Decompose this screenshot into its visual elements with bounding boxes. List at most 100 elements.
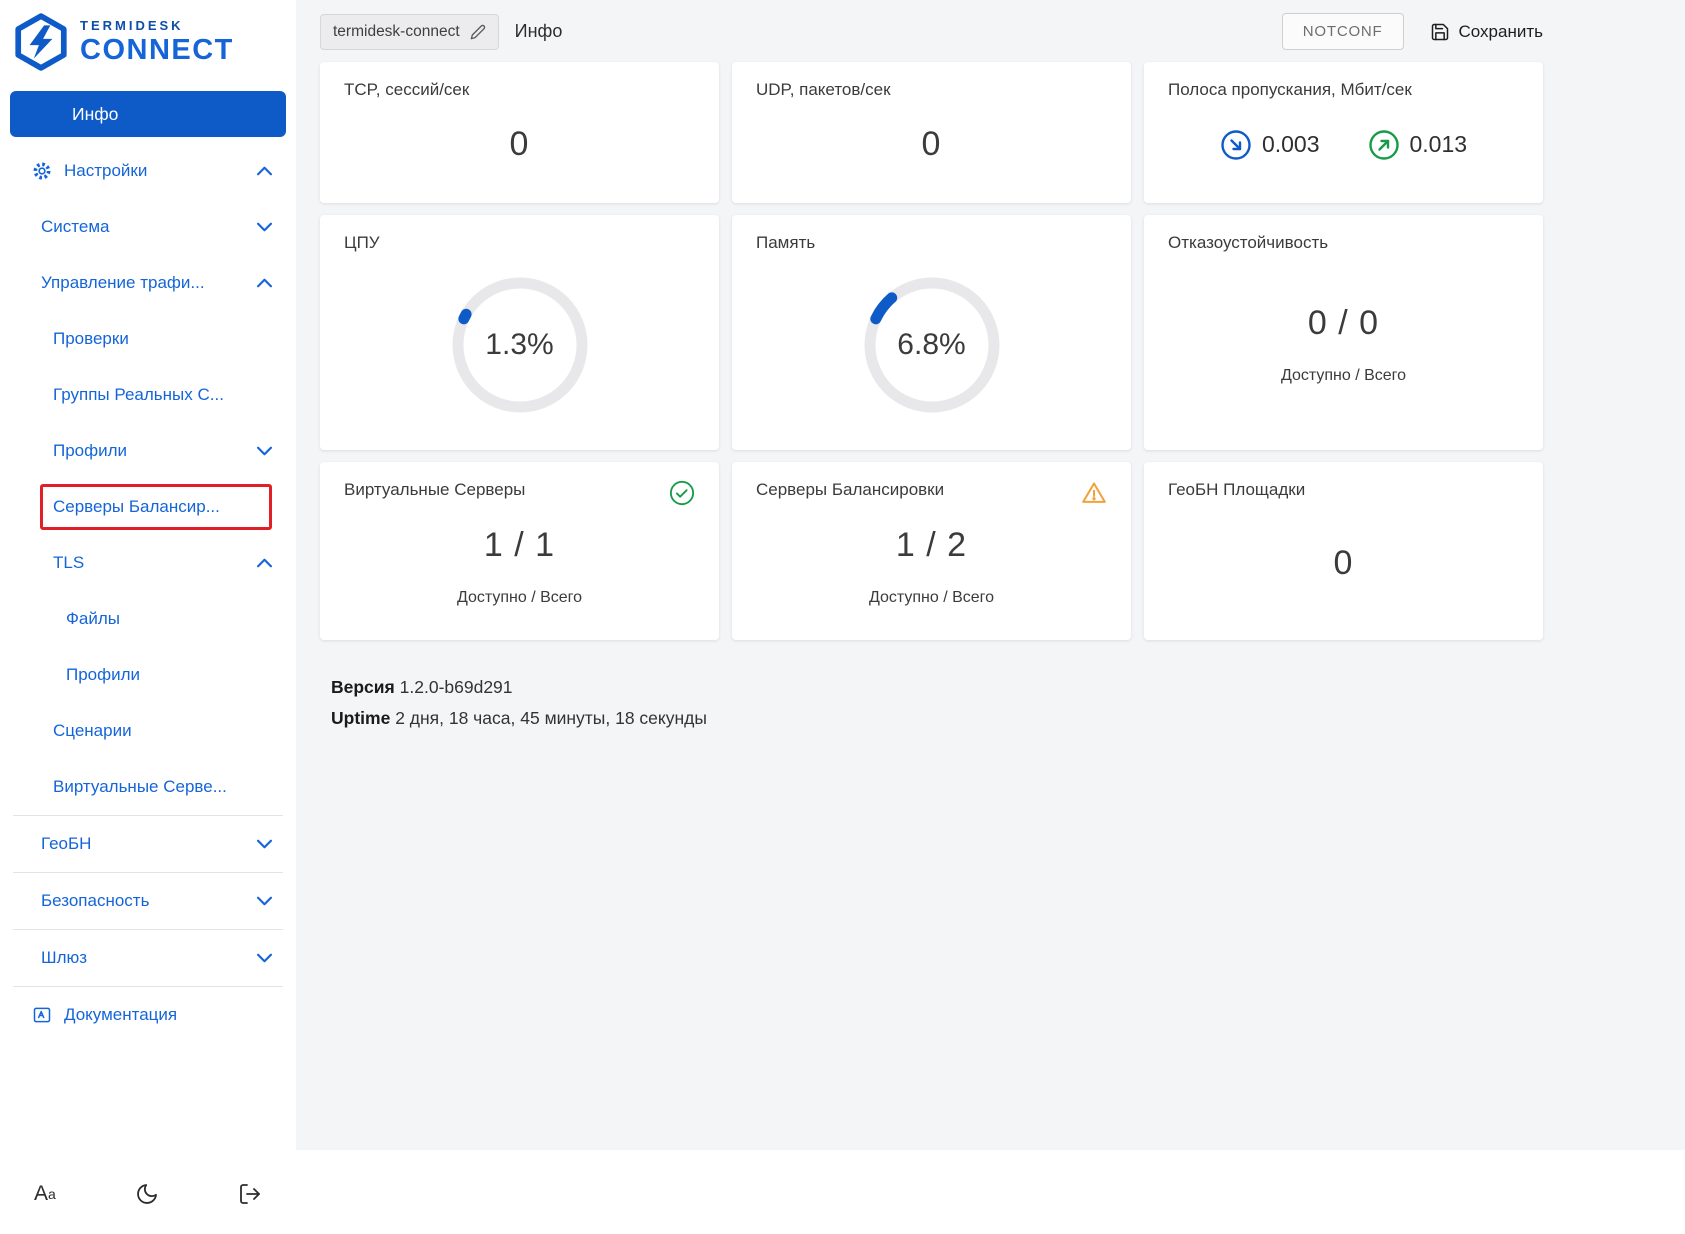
- hostname-chip[interactable]: termidesk-connect: [320, 13, 499, 50]
- failover-caption: Доступно / Всего: [1280, 367, 1407, 384]
- sidebar-item-label: Шлюз: [41, 948, 88, 967]
- sidebar-item-system[interactable]: Система: [0, 199, 296, 255]
- page-title: Инфо: [514, 21, 563, 41]
- status-warning-icon: [1081, 480, 1107, 506]
- sidebar-item-scenarios[interactable]: Сценарии: [0, 703, 296, 759]
- version-value: 1.2.0-b69d291: [399, 677, 513, 697]
- card-title: Серверы Балансировки: [756, 480, 945, 499]
- card-title: Отказоустойчивость: [1168, 233, 1329, 252]
- sidebar-nav: Инфо Настройки Система Управление трафи.…: [0, 81, 296, 1043]
- sidebar-item-virtual-servers[interactable]: Виртуальные Серве...: [0, 759, 296, 815]
- brand-hexagon-icon: [15, 13, 67, 71]
- sidebar-item-label: Файлы: [66, 609, 121, 628]
- card-virtual-servers: Виртуальные Серверы 1 / 1 Доступно / Все…: [320, 462, 719, 640]
- brand-name-top: TERMIDESK: [80, 17, 184, 33]
- notconf-button[interactable]: NOTCONF: [1281, 13, 1404, 50]
- sidebar-item-tls-files[interactable]: Файлы: [0, 591, 296, 647]
- main-content: termidesk-connect Инфо NOTCONF Сохранить…: [296, 0, 1685, 1234]
- app: TERMIDESK CONNECT Инфо Настройки Система…: [0, 0, 1685, 1234]
- sidebar-item-profiles[interactable]: Профили: [0, 423, 296, 479]
- chevron-up-icon: [257, 166, 272, 176]
- sidebar-item-checks[interactable]: Проверки: [0, 311, 296, 367]
- bandwidth-inbound-value: 0.003: [1261, 131, 1320, 157]
- bandwidth-inbound: 0.003: [1220, 129, 1320, 161]
- chevron-down-icon: [257, 839, 272, 849]
- virtual-servers-caption: Доступно / Всего: [456, 588, 583, 606]
- cpu-value: 1.3%: [485, 327, 554, 361]
- version-label: Версия: [331, 677, 395, 697]
- brand-name-bottom: CONNECT: [80, 33, 234, 66]
- card-udp: UDP, пакетов/сек 0: [732, 62, 1131, 203]
- chevron-down-icon: [257, 446, 272, 456]
- balancer-servers-caption: Доступно / Всего: [868, 588, 995, 606]
- card-title: UDP, пакетов/сек: [756, 80, 891, 99]
- card-title: Память: [756, 233, 816, 252]
- sidebar-item-geobn[interactable]: ГеоБН: [0, 816, 296, 872]
- geo-sites-value: 0: [1333, 543, 1354, 582]
- card-failover: Отказоустойчивость 0 / 0 Доступно / Всег…: [1144, 215, 1543, 450]
- document-icon: [32, 1005, 52, 1025]
- system-meta: Версия 1.2.0-b69d291 Uptime 2 дня, 18 ча…: [331, 672, 1661, 734]
- sidebar-item-documentation[interactable]: Документация: [0, 987, 296, 1043]
- bandwidth-outbound-value: 0.013: [1409, 131, 1468, 157]
- balancer-servers-value: 1 / 2: [895, 525, 968, 564]
- sidebar-item-settings[interactable]: Настройки: [0, 143, 296, 199]
- hostname-text: termidesk-connect: [333, 22, 460, 40]
- failover-value: 0 / 0: [1307, 304, 1380, 342]
- sidebar-item-traffic-management[interactable]: Управление трафи...: [0, 255, 296, 311]
- sidebar-footer: Aа: [0, 1166, 296, 1234]
- card-title: Виртуальные Серверы: [344, 480, 526, 499]
- footer-strip: [296, 1150, 1685, 1234]
- sidebar-item-tls-profiles[interactable]: Профили: [0, 647, 296, 703]
- uptime-value: 2 дня, 18 часа, 45 минуты, 18 секунды: [395, 708, 707, 728]
- card-tcp: TCP, сессий/сек 0: [320, 62, 719, 203]
- sidebar-item-label: Безопасность: [41, 891, 150, 910]
- card-balancer-servers: Серверы Балансировки 1 / 2 Доступно / Вс…: [732, 462, 1131, 640]
- sidebar-item-label: Профили: [53, 441, 128, 460]
- dark-mode-moon-icon[interactable]: [135, 1182, 159, 1206]
- chevron-up-icon: [257, 278, 272, 288]
- save-floppy-icon: [1430, 22, 1450, 42]
- dashboard-cards: TCP, сессий/сек 0 UDP, пакетов/сек 0 Пол…: [320, 62, 1543, 640]
- card-title: ЦПУ: [344, 233, 380, 252]
- cpu-gauge: 1.3%: [447, 272, 593, 418]
- bandwidth-outbound: 0.013: [1368, 129, 1468, 161]
- memory-gauge: 6.8%: [859, 272, 1005, 418]
- sidebar-item-security[interactable]: Безопасность: [0, 873, 296, 929]
- gear-icon: [32, 161, 52, 181]
- sidebar-item-label: Профили: [66, 665, 141, 684]
- sidebar-item-label: Группы Реальных С...: [53, 385, 224, 404]
- arrow-down-right-icon: [1220, 129, 1252, 161]
- sidebar-item-label: Документация: [64, 1005, 178, 1024]
- save-button-label: Сохранить: [1458, 21, 1543, 41]
- sidebar-item-label: TLS: [53, 553, 85, 572]
- virtual-servers-value: 1 / 1: [483, 525, 556, 564]
- status-ok-icon: [669, 480, 695, 506]
- sidebar-item-gateway[interactable]: Шлюз: [0, 930, 296, 986]
- arrow-up-right-icon: [1368, 129, 1400, 161]
- save-button[interactable]: Сохранить: [1430, 22, 1543, 42]
- card-geo-sites: ГеоБН Площадки 0: [1144, 462, 1543, 640]
- tcp-value: 0: [509, 125, 530, 163]
- logout-icon[interactable]: [238, 1182, 262, 1206]
- card-title: Полоса пропускания, Мбит/сек: [1168, 80, 1412, 99]
- card-title: ГеоБН Площадки: [1168, 480, 1306, 499]
- sidebar-item-info[interactable]: Инфо: [10, 91, 286, 137]
- brand-logo: TERMIDESK CONNECT: [0, 0, 296, 81]
- sidebar-item-balancer-servers[interactable]: Серверы Балансир...: [0, 479, 296, 535]
- chevron-up-icon: [257, 558, 272, 568]
- chevron-down-icon: [257, 896, 272, 906]
- sidebar-item-label: Настройки: [64, 161, 148, 180]
- edit-pencil-icon[interactable]: [470, 24, 486, 40]
- udp-value: 0: [921, 125, 942, 163]
- sidebar-item-label: Система: [41, 217, 110, 236]
- card-bandwidth: Полоса пропускания, Мбит/сек 0.003 0.013: [1144, 62, 1543, 203]
- sidebar-item-tls[interactable]: TLS: [0, 535, 296, 591]
- sidebar: TERMIDESK CONNECT Инфо Настройки Система…: [0, 0, 296, 1234]
- sidebar-item-real-server-groups[interactable]: Группы Реальных С...: [0, 367, 296, 423]
- language-toggle-icon[interactable]: Aа: [34, 1182, 56, 1206]
- sidebar-item-label: Проверки: [53, 329, 129, 348]
- card-cpu: ЦПУ 1.3%: [320, 215, 719, 450]
- memory-value: 6.8%: [897, 327, 966, 361]
- card-title: TCP, сессий/сек: [344, 80, 470, 99]
